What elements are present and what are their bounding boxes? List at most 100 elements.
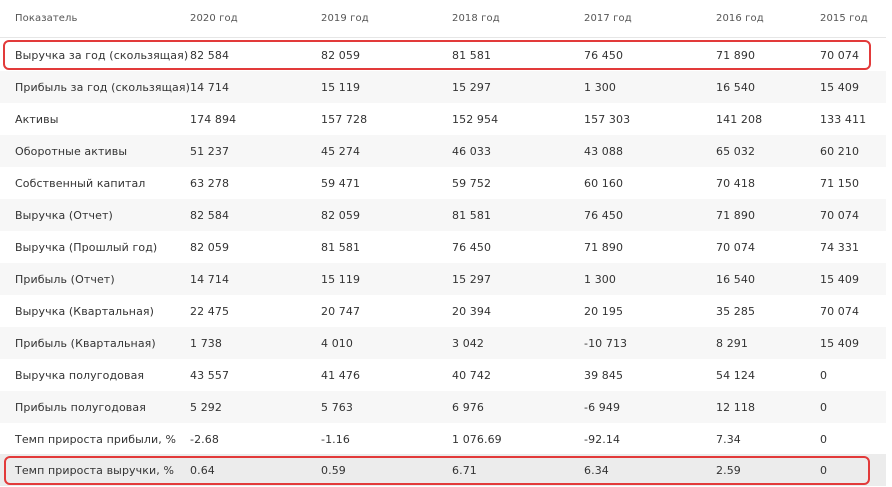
- table-header-row: Показатель 2020 год 2019 год 2018 год 20…: [0, 0, 886, 36]
- cell-2018: 59 752: [452, 176, 492, 190]
- row-label: Прибыль полугодовая: [15, 400, 146, 414]
- cell-2018: 6.71: [452, 463, 477, 477]
- row-label: Выручка (Квартальная): [15, 304, 155, 318]
- cell-2015: 15 409: [820, 336, 860, 350]
- cell-2019: 81 581: [321, 240, 361, 254]
- row-label: Прибыль (Отчет): [15, 272, 115, 286]
- table-row: Собственный капитал 63 278 59 471 59 752…: [0, 167, 886, 199]
- cell-2017: -10 713: [584, 336, 628, 350]
- cell-2016: 12 118: [716, 400, 756, 414]
- cell-2019: 5 763: [321, 400, 353, 414]
- cell-2017: 76 450: [584, 208, 624, 222]
- cell-2020: 82 584: [190, 48, 230, 62]
- cell-2018: 81 581: [452, 48, 492, 62]
- financial-table: Показатель 2020 год 2019 год 2018 год 20…: [0, 0, 892, 487]
- cell-2018: 81 581: [452, 208, 492, 222]
- table-row: Выручка (Отчет) 82 584 82 059 81 581 76 …: [0, 199, 886, 231]
- cell-2019: 15 119: [321, 80, 361, 94]
- row-label: Выручка (Отчет): [15, 208, 113, 222]
- cell-2018: 1 076.69: [452, 432, 502, 446]
- cell-2019: 0.59: [321, 463, 346, 477]
- header-cell-indicator: Показатель: [15, 12, 78, 24]
- cell-2015: 70 074: [820, 208, 860, 222]
- cell-2015: 0: [820, 463, 828, 477]
- cell-2017: -6 949: [584, 400, 621, 414]
- row-label: Прибыль (Квартальная): [15, 336, 156, 350]
- cell-2015: 60 210: [820, 144, 860, 158]
- row-label: Собственный капитал: [15, 176, 146, 190]
- cell-2020: 51 237: [190, 144, 230, 158]
- cell-2015: 0: [820, 432, 828, 446]
- cell-2018: 6 976: [452, 400, 484, 414]
- cell-2015: 15 409: [820, 272, 860, 286]
- cell-2020: -2.68: [190, 432, 219, 446]
- cell-2016: 16 540: [716, 272, 756, 286]
- table-row: Выручка за год (скользящая) 82 584 82 05…: [0, 39, 886, 71]
- cell-2018: 46 033: [452, 144, 492, 158]
- header-cell-2016: 2016 год: [716, 12, 764, 24]
- header-cell-2018: 2018 год: [452, 12, 500, 24]
- cell-2017: -92.14: [584, 432, 621, 446]
- cell-2017: 20 195: [584, 304, 624, 318]
- cell-2018: 3 042: [452, 336, 484, 350]
- cell-2015: 74 331: [820, 240, 860, 254]
- cell-2020: 1 738: [190, 336, 222, 350]
- cell-2017: 157 303: [584, 112, 631, 126]
- cell-2018: 40 742: [452, 368, 492, 382]
- cell-2020: 0.64: [190, 463, 215, 477]
- cell-2019: 41 476: [321, 368, 361, 382]
- header-cell-2017: 2017 год: [584, 12, 632, 24]
- cell-2019: 82 059: [321, 208, 361, 222]
- cell-2020: 82 584: [190, 208, 230, 222]
- cell-2017: 6.34: [584, 463, 609, 477]
- header-divider: [0, 37, 886, 38]
- cell-2017: 39 845: [584, 368, 624, 382]
- cell-2019: 45 274: [321, 144, 361, 158]
- cell-2019: 20 747: [321, 304, 361, 318]
- table-row: Прибыль полугодовая 5 292 5 763 6 976 -6…: [0, 391, 886, 423]
- table-row: Выручка полугодовая 43 557 41 476 40 742…: [0, 359, 886, 391]
- row-label: Темп прироста выручки, %: [15, 463, 174, 477]
- cell-2016: 70 074: [716, 240, 756, 254]
- cell-2020: 22 475: [190, 304, 230, 318]
- cell-2015: 133 411: [820, 112, 867, 126]
- table-row: Прибыль за год (скользящая) 14 714 15 11…: [0, 71, 886, 103]
- cell-2016: 54 124: [716, 368, 756, 382]
- cell-2019: 82 059: [321, 48, 361, 62]
- cell-2017: 60 160: [584, 176, 624, 190]
- cell-2020: 5 292: [190, 400, 222, 414]
- header-cell-2015: 2015 год: [820, 12, 868, 24]
- row-label: Оборотные активы: [15, 144, 128, 158]
- row-label: Прибыль за год (скользящая): [15, 80, 190, 94]
- table-row: Темп прироста прибыли, % -2.68 -1.16 1 0…: [0, 423, 886, 455]
- table-row: Активы 174 894 157 728 152 954 157 303 1…: [0, 103, 886, 135]
- cell-2020: 14 714: [190, 272, 230, 286]
- table-row: Выручка (Прошлый год) 82 059 81 581 76 4…: [0, 231, 886, 263]
- table-row: Темп прироста выручки, % 0.64 0.59 6.71 …: [0, 454, 886, 486]
- table-row: Выручка (Квартальная) 22 475 20 747 20 3…: [0, 295, 886, 327]
- cell-2019: -1.16: [321, 432, 350, 446]
- row-label: Выручка полугодовая: [15, 368, 145, 382]
- row-label: Выручка за год (скользящая): [15, 48, 189, 62]
- cell-2016: 65 032: [716, 144, 756, 158]
- cell-2016: 70 418: [716, 176, 756, 190]
- cell-2020: 14 714: [190, 80, 230, 94]
- cell-2019: 157 728: [321, 112, 368, 126]
- cell-2019: 15 119: [321, 272, 361, 286]
- header-cell-2020: 2020 год: [190, 12, 238, 24]
- row-label: Темп прироста прибыли, %: [15, 432, 177, 446]
- cell-2020: 174 894: [190, 112, 237, 126]
- cell-2017: 1 300: [584, 272, 616, 286]
- cell-2015: 0: [820, 368, 828, 382]
- cell-2016: 7.34: [716, 432, 741, 446]
- table-row: Прибыль (Квартальная) 1 738 4 010 3 042 …: [0, 327, 886, 359]
- cell-2017: 1 300: [584, 80, 616, 94]
- cell-2016: 71 890: [716, 48, 756, 62]
- row-label: Выручка (Прошлый год): [15, 240, 158, 254]
- cell-2015: 15 409: [820, 80, 860, 94]
- cell-2020: 82 059: [190, 240, 230, 254]
- cell-2018: 15 297: [452, 272, 492, 286]
- cell-2018: 20 394: [452, 304, 492, 318]
- row-label: Активы: [15, 112, 59, 126]
- cell-2020: 63 278: [190, 176, 230, 190]
